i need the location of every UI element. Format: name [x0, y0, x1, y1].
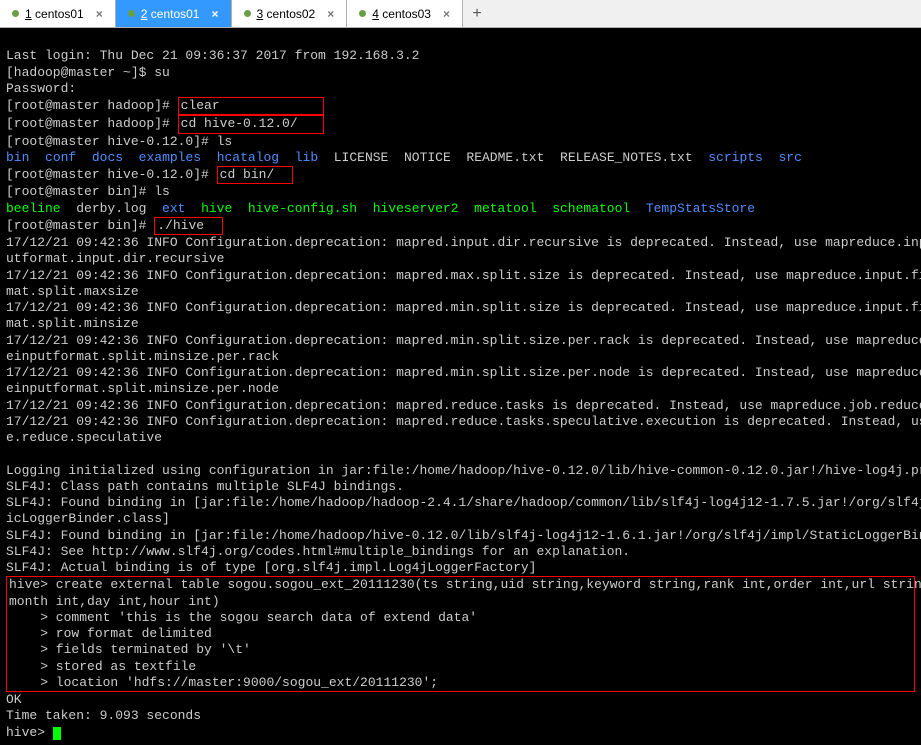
- line-slf1: SLF4J: Class path contains multiple SLF4…: [6, 479, 404, 494]
- line-slf3: SLF4J: Found binding in [jar:file:/home/…: [6, 528, 921, 543]
- line-dep1: 17/12/21 09:42:36 INFO Configuration.dep…: [6, 235, 921, 266]
- line-sql3: > row format delimited: [9, 626, 212, 641]
- line-sql2: > comment 'this is the sogou search data…: [9, 610, 477, 625]
- tab-1[interactable]: 1 centos01 ×: [0, 0, 116, 27]
- line-dep3: 17/12/21 09:42:36 INFO Configuration.dep…: [6, 300, 921, 331]
- line-ls1: [root@master hive-0.12.0]# ls: [6, 134, 232, 149]
- line-hive-prompt: hive>: [6, 725, 61, 740]
- line-time: Time taken: 9.093 seconds: [6, 708, 201, 723]
- line-loginit: Logging initialized using configuration …: [6, 463, 921, 478]
- status-dot-icon: [12, 10, 19, 17]
- line-sql1: hive> create external table sogou.sogou_…: [9, 577, 921, 608]
- close-icon[interactable]: ×: [96, 7, 103, 21]
- line-slf5: SLF4J: Actual binding is of type [org.sl…: [6, 560, 537, 575]
- line-ok: OK: [6, 692, 22, 707]
- tab-4[interactable]: 4 centos03 ×: [347, 0, 463, 27]
- tab-3[interactable]: 3 centos02 ×: [232, 0, 348, 27]
- terminal-output[interactable]: Last login: Thu Dec 21 09:36:37 2017 fro…: [0, 28, 921, 745]
- status-dot-icon: [244, 10, 251, 17]
- close-icon[interactable]: ×: [327, 7, 334, 21]
- line-cd-bin: [root@master hive-0.12.0]# cd bin/: [6, 167, 293, 182]
- line-ls2-out: beeline derby.log ext hive hive-config.s…: [6, 201, 755, 216]
- line-sql6: > location 'hdfs://master:9000/sogou_ext…: [9, 675, 438, 690]
- line-dep7: 17/12/21 09:42:36 INFO Configuration.dep…: [6, 414, 921, 445]
- tabs-bar: 1 centos01 × 2 centos01 × 3 centos02 × 4…: [0, 0, 921, 28]
- line-password: Password:: [6, 81, 76, 96]
- close-icon[interactable]: ×: [211, 7, 218, 21]
- line-runhive: [root@master bin]# ./hive: [6, 218, 223, 233]
- close-icon[interactable]: ×: [443, 7, 450, 21]
- tab-label: 4 centos03: [372, 7, 431, 21]
- line-ls1-out: bin conf docs examples hcatalog lib LICE…: [6, 150, 802, 165]
- line-cd-hive: [root@master hadoop]# cd hive-0.12.0/: [6, 116, 324, 131]
- line-sql4: > fields terminated by '\t': [9, 642, 251, 657]
- line-last-login: Last login: Thu Dec 21 09:36:37 2017 fro…: [6, 48, 419, 63]
- tab-label: 3 centos02: [257, 7, 316, 21]
- line-slf2: SLF4J: Found binding in [jar:file:/home/…: [6, 495, 921, 526]
- hive-sql-block: hive> create external table sogou.sogou_…: [6, 576, 915, 692]
- line-dep2: 17/12/21 09:42:36 INFO Configuration.dep…: [6, 268, 921, 299]
- add-tab-button[interactable]: +: [463, 0, 491, 27]
- line-slf4: SLF4J: See http://www.slf4j.org/codes.ht…: [6, 544, 630, 559]
- tab-label: 1 centos01: [25, 7, 84, 21]
- line-clear: [root@master hadoop]# clear: [6, 98, 324, 113]
- status-dot-icon: [128, 10, 135, 17]
- cursor-icon: [53, 727, 61, 740]
- line-dep4: 17/12/21 09:42:36 INFO Configuration.dep…: [6, 333, 921, 364]
- tab-2[interactable]: 2 centos01 ×: [116, 0, 232, 27]
- line-sql5: > stored as textfile: [9, 659, 196, 674]
- status-dot-icon: [359, 10, 366, 17]
- tab-label: 2 centos01: [141, 7, 200, 21]
- line-ls2: [root@master bin]# ls: [6, 184, 170, 199]
- line-dep5: 17/12/21 09:42:36 INFO Configuration.dep…: [6, 365, 921, 396]
- line-dep6: 17/12/21 09:42:36 INFO Configuration.dep…: [6, 398, 921, 413]
- line-su: [hadoop@master ~]$ su: [6, 65, 170, 80]
